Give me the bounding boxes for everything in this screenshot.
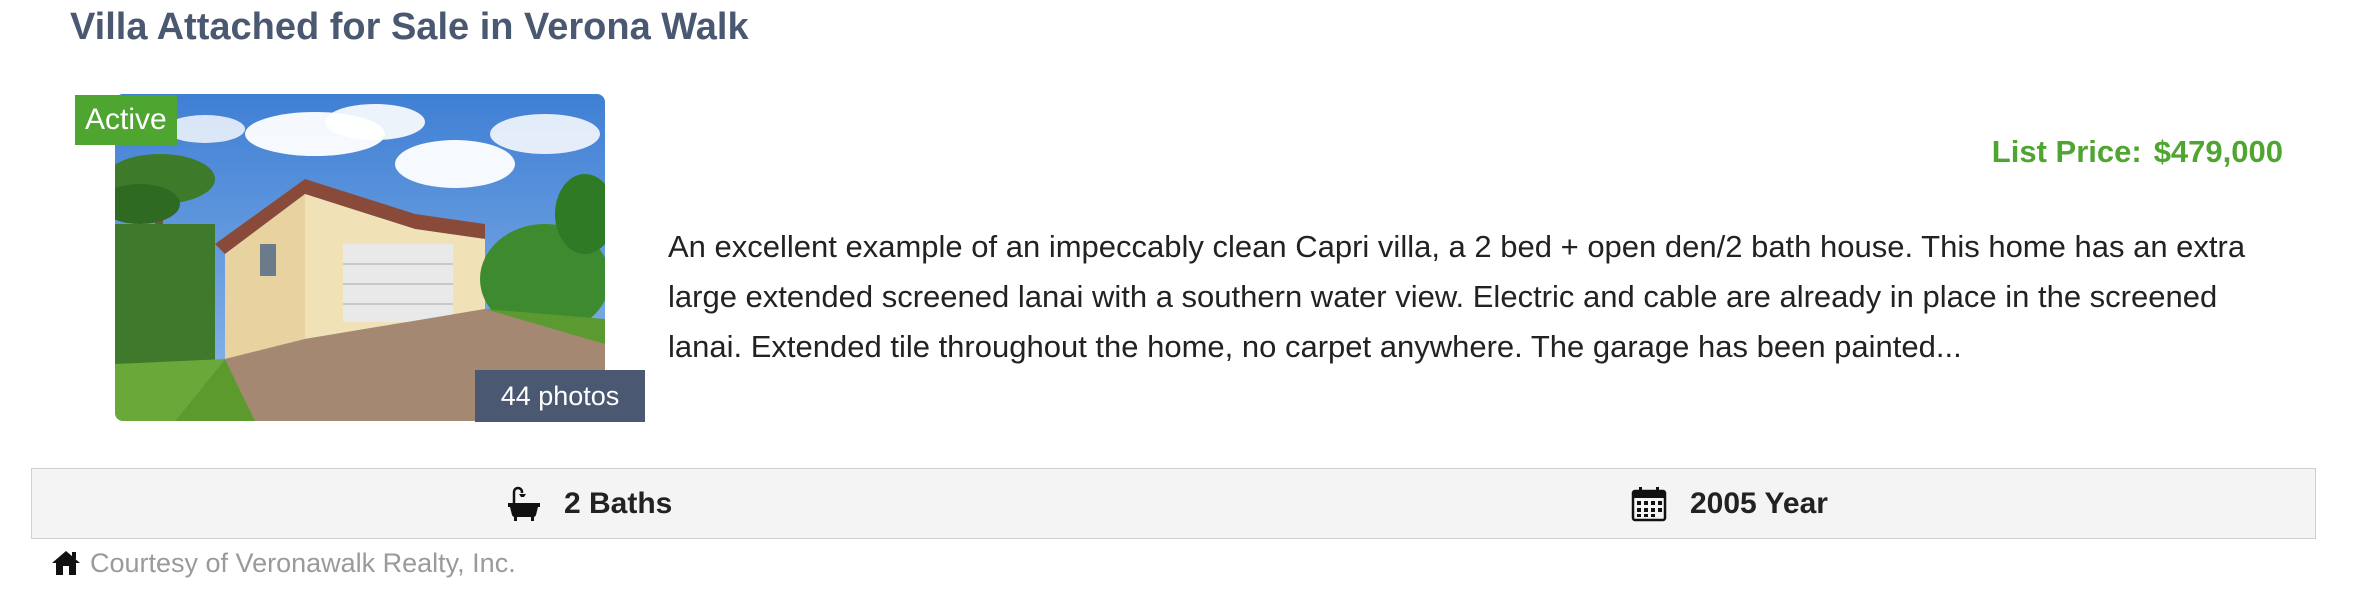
stat-year: 2005 Year: [1630, 469, 1828, 538]
list-price-label: List Price:: [1991, 134, 2142, 169]
calendar-icon: [1631, 486, 1667, 521]
house-icon: [52, 551, 80, 575]
bathtub-icon: [508, 486, 540, 521]
listing-description: An excellent example of an impeccably cl…: [668, 229, 2246, 364]
courtesy-line: Courtesy of Veronawalk Realty, Inc.: [50, 546, 516, 580]
stat-year-label: 2005 Year: [1690, 486, 1828, 520]
status-badge: Active: [75, 95, 177, 145]
stat-baths-label: 2 Baths: [564, 486, 673, 520]
list-price: List Price: $479,000: [1992, 134, 2283, 170]
listing-title[interactable]: Villa Attached for Sale in Verona Walk: [70, 6, 749, 49]
list-price-value: $479,000: [2153, 134, 2283, 169]
stat-baths: 2 Baths: [506, 469, 672, 538]
courtesy-text: Courtesy of Veronawalk Realty, Inc.: [90, 547, 516, 578]
stats-bar: 2 Baths 2005 Year: [31, 468, 2316, 539]
photos-count-button[interactable]: 44 photos: [475, 370, 645, 422]
